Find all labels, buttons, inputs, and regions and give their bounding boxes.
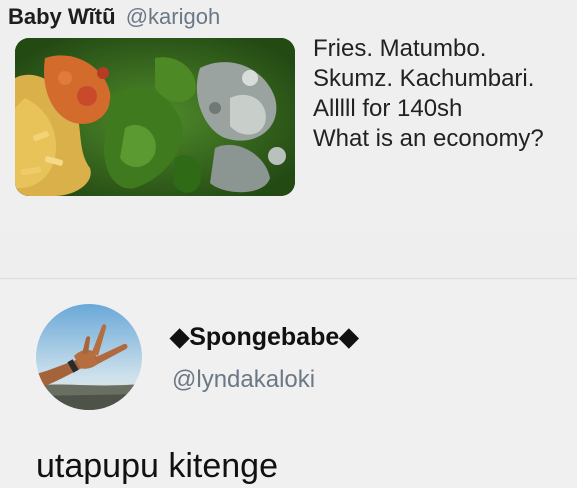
quoted-tweet-text: Fries. Matumbo. Skumz. Kachumbari. Allll… [313, 34, 577, 154]
tweet-text: utapupu kitenge [36, 447, 278, 485]
quoted-text-line: What is an economy? [313, 125, 544, 152]
quoted-handle[interactable]: @karigoh [126, 4, 221, 29]
quoted-text-line: Skumz. Kachumbari. [313, 65, 535, 92]
display-name[interactable]: ◆Spongebabe◆ [170, 322, 358, 352]
avatar[interactable] [36, 304, 142, 410]
food-photo-icon [15, 38, 295, 196]
hand-sign-avatar-icon [36, 304, 142, 410]
tweet-screenshot: Baby Wĩtũ @karigoh Fries. Matumbo. Skumz… [0, 0, 577, 488]
food-photo[interactable] [15, 38, 295, 196]
divider [0, 278, 577, 279]
quoted-text-line: Fries. Matumbo. [313, 35, 487, 62]
main-tweet[interactable]: ◆Spongebabe◆ @lyndakaloki utapupu kiteng… [0, 280, 577, 488]
user-handle[interactable]: @lyndakaloki [172, 366, 315, 394]
quoted-display-name[interactable]: Baby Wĩtũ [8, 4, 116, 29]
quoted-tweet-card[interactable]: Baby Wĩtũ @karigoh Fries. Matumbo. Skumz… [0, 0, 577, 230]
quoted-text-line: Alllll for 140sh [313, 95, 463, 122]
quoted-tweet-header: Baby Wĩtũ @karigoh [8, 2, 220, 32]
